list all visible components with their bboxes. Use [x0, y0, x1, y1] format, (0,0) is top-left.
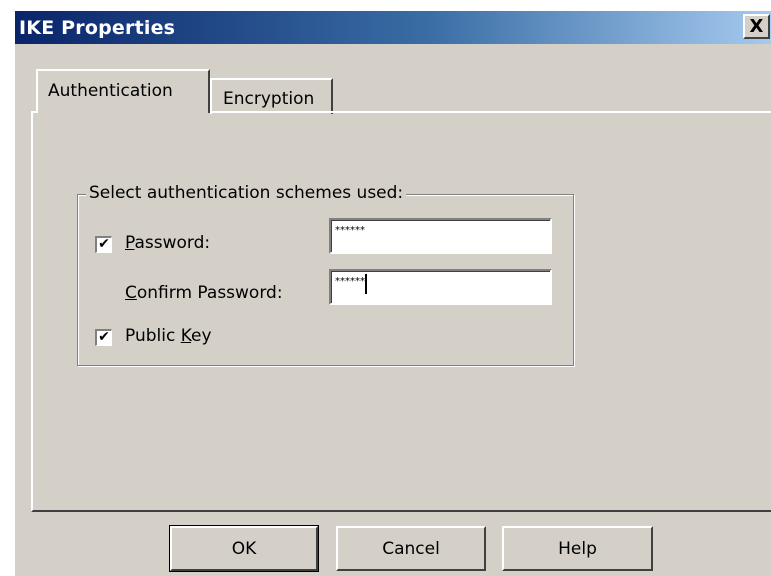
tab-authentication-label: Authentication — [48, 81, 173, 101]
ok-button-label: OK — [231, 538, 257, 559]
password-value: ****** — [335, 225, 365, 236]
window-title: IKE Properties — [19, 17, 176, 39]
public-key-checkbox[interactable]: ✔ — [95, 329, 112, 346]
password-field[interactable]: ****** — [329, 218, 552, 254]
close-icon: X — [749, 15, 764, 37]
title-bar[interactable]: IKE Properties X — [15, 11, 771, 44]
confirm-password-label: Confirm Password: — [125, 283, 283, 303]
password-label: Password: — [125, 233, 211, 253]
ok-button[interactable]: OK — [169, 525, 319, 572]
auth-schemes-groupbox: Select authentication schemes used: ✔ Pa… — [77, 183, 574, 366]
confirm-password-field[interactable]: ****** — [329, 269, 552, 305]
help-button[interactable]: Help — [502, 526, 653, 571]
checkmark-icon: ✔ — [98, 329, 110, 345]
password-checkbox[interactable]: ✔ — [95, 236, 112, 253]
tab-authentication[interactable]: Authentication — [36, 69, 210, 113]
confirm-password-value: ****** — [335, 276, 365, 287]
public-key-label: Public Key — [125, 326, 212, 346]
tab-encryption[interactable]: Encryption — [210, 78, 333, 114]
tab-encryption-label: Encryption — [223, 89, 315, 109]
groupbox-legend: Select authentication schemes used: — [86, 183, 407, 203]
cancel-button-label: Cancel — [382, 538, 440, 559]
authentication-tab-page: Select authentication schemes used: ✔ Pa… — [31, 111, 771, 512]
help-button-label: Help — [558, 538, 597, 559]
checkmark-icon: ✔ — [98, 236, 110, 252]
text-caret — [365, 274, 367, 294]
cancel-button[interactable]: Cancel — [336, 526, 486, 571]
ike-properties-dialog: IKE Properties X Authentication Encrypti… — [14, 10, 771, 576]
close-button[interactable]: X — [743, 14, 770, 39]
